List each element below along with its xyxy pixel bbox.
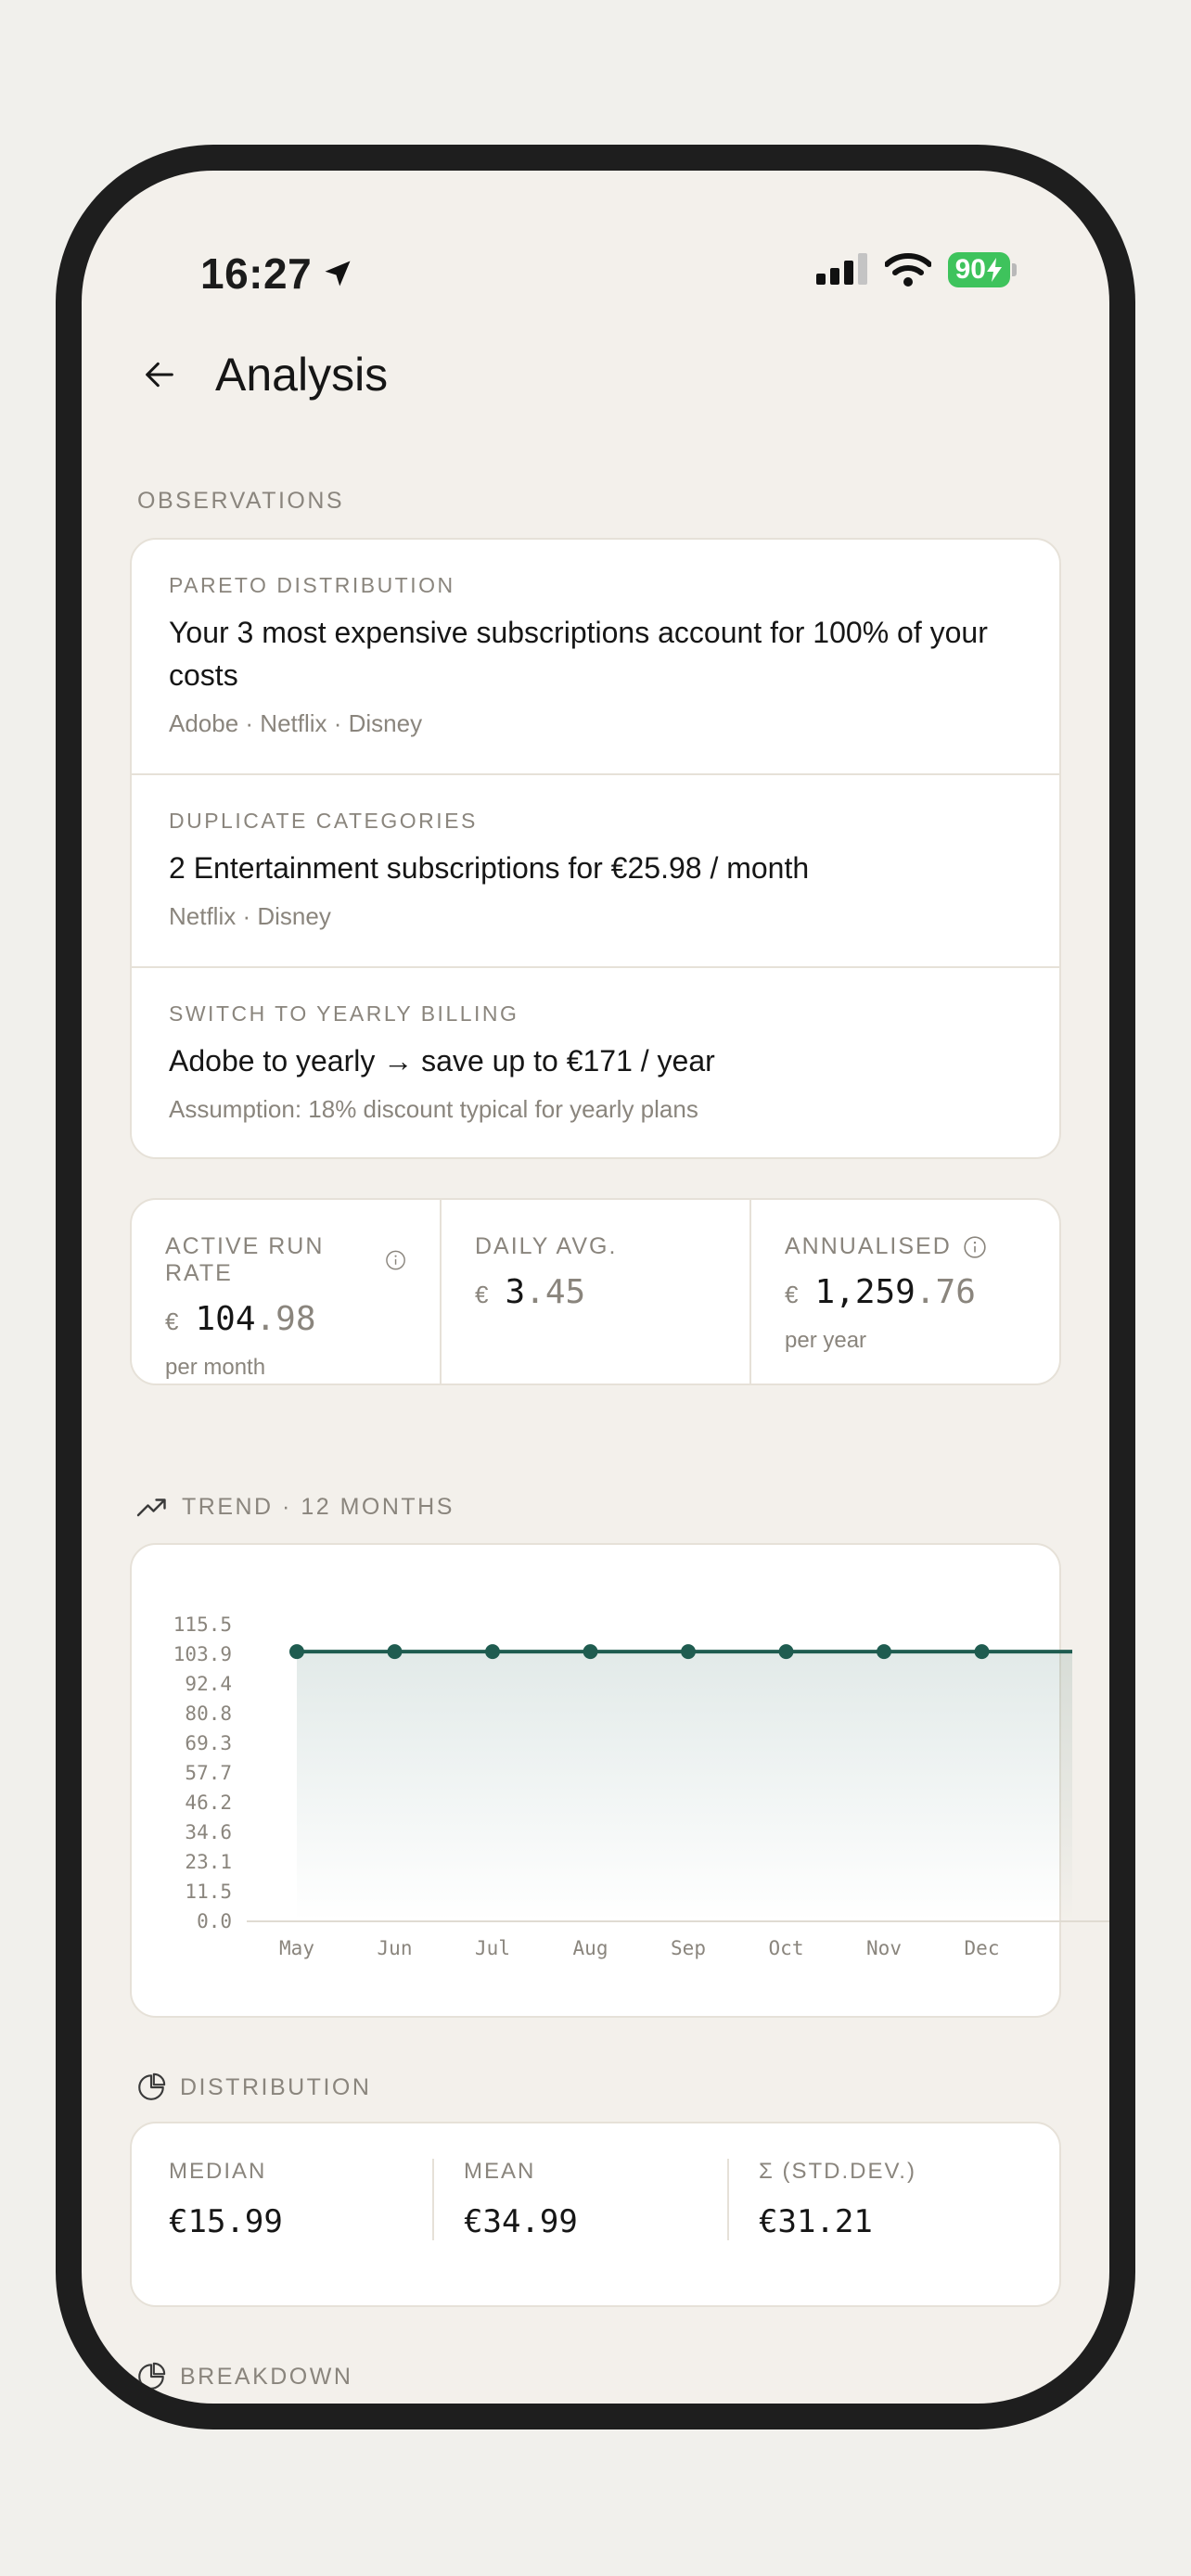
metric-sub: per year: [785, 1328, 867, 1353]
observations-card: PARETO DISTRIBUTION Your 3 most expensiv…: [130, 538, 1061, 1159]
data-point: [583, 1644, 598, 1660]
x-tick-label: Aug: [573, 1937, 608, 1959]
observation-kicker: SWITCH TO YEARLY BILLING: [169, 1001, 519, 1026]
x-tick-label: Nov: [866, 1937, 902, 1959]
trend-area: [297, 1651, 1072, 1921]
x-tick-label: Oct: [769, 1937, 804, 1959]
data-point: [778, 1644, 794, 1660]
metric-run-rate: ACTIVE RUN RATE € 104.98 per month: [132, 1200, 442, 1384]
data-point: [877, 1644, 891, 1660]
y-tick-label: 80.8: [185, 1702, 232, 1725]
stat-mean: MEAN €34.99: [432, 2159, 727, 2240]
metric-value-int: 1,259: [814, 1273, 916, 1311]
y-tick-label: 34.6: [185, 1821, 232, 1843]
status-icons: 90: [815, 252, 1017, 287]
data-point: [485, 1644, 500, 1660]
device-frame: 16:27 90 Analysis OBSERVATIONS PARETO DI…: [56, 145, 1135, 2429]
app-screen: 16:27 90 Analysis OBSERVATIONS PARETO DI…: [82, 171, 1109, 2404]
distribution-label: DISTRIBUTION: [135, 2072, 371, 2103]
wifi-icon: [884, 253, 931, 287]
data-point: [974, 1644, 990, 1660]
y-tick-label: 46.2: [185, 1792, 232, 1814]
data-point: [289, 1644, 304, 1660]
metric-value-dec: .98: [255, 1300, 316, 1338]
pie-chart-icon: [138, 2362, 166, 2390]
currency-symbol: €: [475, 1281, 489, 1308]
metric-value-dec: .45: [525, 1273, 586, 1311]
stat-label: MEAN: [464, 2159, 536, 2184]
stat-value: €34.99: [464, 2203, 578, 2240]
observation-title: Adobe to yearly → save up to €171 / year: [169, 1044, 715, 1078]
observation-sub: Adobe · Netflix · Disney: [169, 709, 423, 737]
trending-up-icon: [136, 1498, 166, 1517]
y-tick-label: 23.1: [185, 1851, 232, 1873]
stat-value: €31.21: [759, 2203, 873, 2240]
metric-label: ANNUALISED: [785, 1233, 952, 1259]
metrics-card: ACTIVE RUN RATE € 104.98 per month DAILY…: [130, 1198, 1061, 1385]
observation-item[interactable]: DUPLICATE CATEGORIES 2 Entertainment sub…: [132, 775, 1059, 968]
arrow-left-icon: [146, 362, 173, 388]
metric-annualised: ANNUALISED € 1,259.76 per year: [751, 1200, 1059, 1384]
metric-value-int: 3: [505, 1273, 526, 1311]
data-point: [387, 1644, 403, 1660]
bolt-icon: [987, 258, 1002, 282]
x-tick-label: Jul: [475, 1937, 510, 1959]
metric-sub: per month: [165, 1355, 266, 1380]
y-tick-label: 11.5: [185, 1881, 232, 1903]
y-tick-label: 57.7: [185, 1762, 232, 1784]
y-tick-label: 103.9: [173, 1643, 232, 1665]
stat-median: MEDIAN €15.99: [169, 2159, 432, 2240]
observation-title: Your 3 most expensive subscriptions acco…: [169, 616, 988, 692]
observation-sub: Netflix · Disney: [169, 902, 331, 930]
cellular-signal-icon: [815, 253, 867, 285]
metric-label: ACTIVE RUN RATE: [165, 1233, 325, 1286]
observations-label: OBSERVATIONS: [137, 488, 345, 514]
x-tick-label: Sep: [671, 1937, 706, 1959]
currency-symbol: €: [165, 1307, 179, 1335]
stat-value: €15.99: [169, 2203, 283, 2240]
back-button[interactable]: [132, 347, 187, 402]
observation-item[interactable]: PARETO DISTRIBUTION Your 3 most expensiv…: [132, 540, 1059, 775]
metric-label: DAILY AVG.: [475, 1233, 618, 1259]
currency-symbol: €: [785, 1281, 799, 1308]
info-icon[interactable]: [385, 1248, 406, 1272]
y-tick-label: 115.5: [173, 1613, 232, 1636]
status-time-text: 16:27: [200, 249, 313, 298]
x-tick-label: Jun: [378, 1937, 413, 1959]
metric-value-int: 104: [195, 1300, 256, 1338]
observation-title: 2 Entertainment subscriptions for €25.98…: [169, 851, 810, 885]
trend-card: 115.5 103.9 92.4 80.8 69.3 57.7 46.2 34.6 23.1 11…: [130, 1543, 1109, 2018]
y-tick-label: 69.3: [185, 1732, 232, 1754]
battery-charging-icon: 90: [947, 252, 1017, 287]
battery-level: 90: [954, 254, 986, 285]
observation-kicker: PARETO DISTRIBUTION: [169, 573, 455, 597]
data-point: [681, 1644, 696, 1660]
y-tick-label: 92.4: [185, 1673, 232, 1695]
observation-item[interactable]: SWITCH TO YEARLY BILLING Adobe to yearly…: [132, 968, 1059, 1157]
trend-chart: 115.5 103.9 92.4 80.8 69.3 57.7 46.2 34.6 23.1 11…: [173, 1613, 1109, 1959]
stat-std-dev: Σ (STD.DEV.) €31.21: [727, 2159, 1022, 2240]
location-arrow-icon: [325, 261, 351, 287]
trend-label: TREND · 12 MONTHS: [135, 1493, 455, 1521]
info-icon[interactable]: [963, 1235, 987, 1259]
observation-sub: Assumption: 18% discount typical for yea…: [169, 1095, 698, 1123]
x-tick-label: Dec: [965, 1937, 1000, 1959]
distribution-card: MEDIAN €15.99 MEAN €34.99 Σ (STD.DEV.) €…: [130, 2122, 1061, 2307]
status-time: 16:27: [200, 249, 354, 299]
y-tick-label: 0.0: [197, 1910, 232, 1932]
stat-label: Σ (STD.DEV.): [759, 2159, 916, 2184]
breakdown-label: BREAKDOWN: [135, 2361, 352, 2392]
pie-chart-icon: [138, 2072, 166, 2100]
metric-value-dec: .76: [915, 1273, 976, 1311]
app-header: Analysis: [132, 347, 388, 402]
page-title: Analysis: [215, 349, 389, 401]
observation-kicker: DUPLICATE CATEGORIES: [169, 809, 478, 833]
stat-label: MEDIAN: [169, 2159, 267, 2184]
metric-daily-avg: DAILY AVG. € 3.45: [442, 1200, 751, 1384]
x-tick-label: May: [279, 1937, 314, 1959]
